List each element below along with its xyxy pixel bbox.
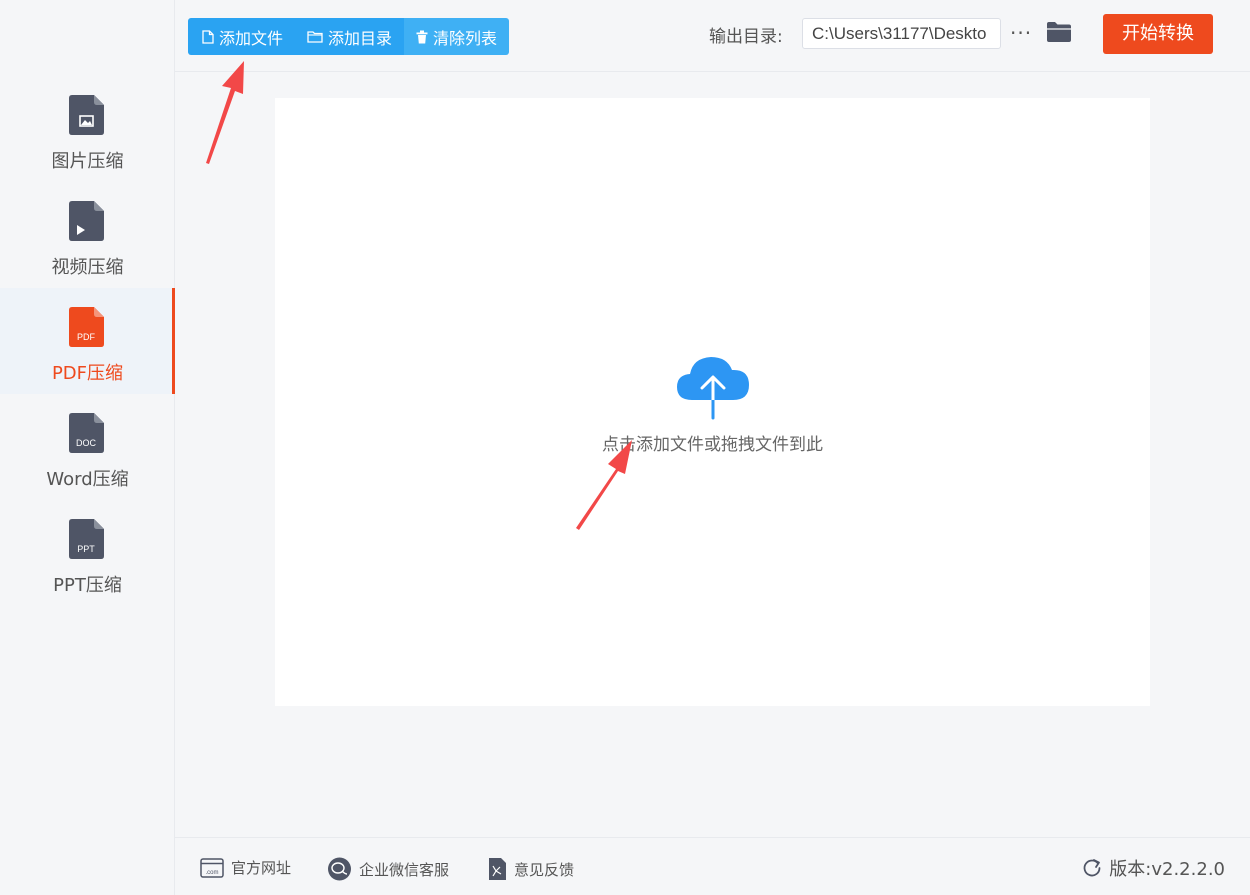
- sidebar-item-label: 视频压缩: [51, 257, 124, 278]
- sidebar-item-ppt-compress[interactable]: PPT PPT压缩: [0, 511, 175, 617]
- annotation-arrow-icon: [206, 61, 244, 164]
- folder-icon: [307, 31, 323, 43]
- website-icon: .com: [200, 857, 224, 878]
- sidebar-item-video-compress[interactable]: 视频压缩: [0, 193, 175, 299]
- version-label: 版本:v2.2.2.0: [1109, 859, 1225, 880]
- website-label: 官方网址: [231, 859, 292, 877]
- add-file-button[interactable]: 添加文件: [188, 18, 296, 55]
- image-file-icon: [69, 95, 104, 135]
- sidebar-item-label: Word压缩: [46, 469, 129, 490]
- clear-list-button[interactable]: 清除列表: [404, 18, 510, 55]
- clear-list-label: 清除列表: [433, 28, 498, 48]
- add-folder-label: 添加目录: [328, 28, 393, 48]
- official-website-link[interactable]: .com 官方网址: [200, 857, 291, 878]
- feedback-icon: [489, 858, 506, 880]
- trash-icon: [416, 30, 428, 43]
- wechat-label: 企业微信客服: [359, 860, 450, 879]
- add-file-label: 添加文件: [219, 28, 284, 48]
- add-folder-button[interactable]: 添加目录: [295, 18, 405, 55]
- sidebar-item-label: PPT压缩: [53, 575, 122, 596]
- wechat-icon: [328, 857, 351, 881]
- wechat-service-link[interactable]: 企业微信客服: [327, 857, 449, 881]
- output-directory-field[interactable]: C:\Users\31177\Deskto: [802, 18, 1001, 49]
- footer: .com 官方网址 企业微信客服 意见反馈 版本:v2.2.2.0: [175, 837, 1250, 895]
- pdf-badge-text: PDF: [77, 332, 96, 342]
- svg-text:.com: .com: [205, 870, 218, 876]
- browse-more-button[interactable]: ···: [1010, 21, 1032, 45]
- pdf-file-icon: PDF: [69, 307, 104, 347]
- ppt-file-icon: PPT: [69, 519, 104, 559]
- sidebar-item-word-compress[interactable]: DOC Word压缩: [0, 405, 175, 511]
- file-icon: [202, 29, 214, 44]
- feedback-label: 意见反馈: [514, 860, 575, 879]
- sidebar-item-image-compress[interactable]: 图片压缩: [0, 87, 175, 193]
- version-info: 版本:v2.2.2.0: [1082, 855, 1225, 881]
- sidebar-item-label: 图片压缩: [51, 151, 124, 172]
- sidebar: 图片压缩 视频压缩 PDF PDF压缩 DOC Word压缩 PPT PPT压缩: [0, 0, 175, 895]
- sidebar-item-label: PDF压缩: [51, 363, 124, 384]
- drop-hint-text: 点击添加文件或拖拽文件到此: [602, 435, 823, 455]
- file-drop-zone[interactable]: 点击添加文件或拖拽文件到此: [275, 98, 1150, 706]
- toolbar: 添加文件 添加目录 清除列表 输出目录: C:\Users\31177\Desk…: [175, 0, 1250, 72]
- ppt-badge-text: PPT: [77, 544, 95, 554]
- cloud-upload-icon: [677, 357, 749, 420]
- refresh-icon: [1083, 859, 1101, 877]
- sidebar-item-pdf-compress[interactable]: PDF PDF压缩: [0, 288, 175, 394]
- output-directory-label: 输出目录:: [709, 27, 783, 47]
- start-convert-button[interactable]: 开始转换: [1103, 14, 1213, 54]
- open-folder-icon[interactable]: [1046, 21, 1072, 43]
- feedback-link[interactable]: 意见反馈: [487, 857, 574, 881]
- video-file-icon: [69, 201, 104, 241]
- doc-badge-text: DOC: [76, 438, 97, 448]
- doc-file-icon: DOC: [69, 413, 104, 453]
- file-button-group: 添加文件 添加目录 清除列表: [188, 18, 510, 55]
